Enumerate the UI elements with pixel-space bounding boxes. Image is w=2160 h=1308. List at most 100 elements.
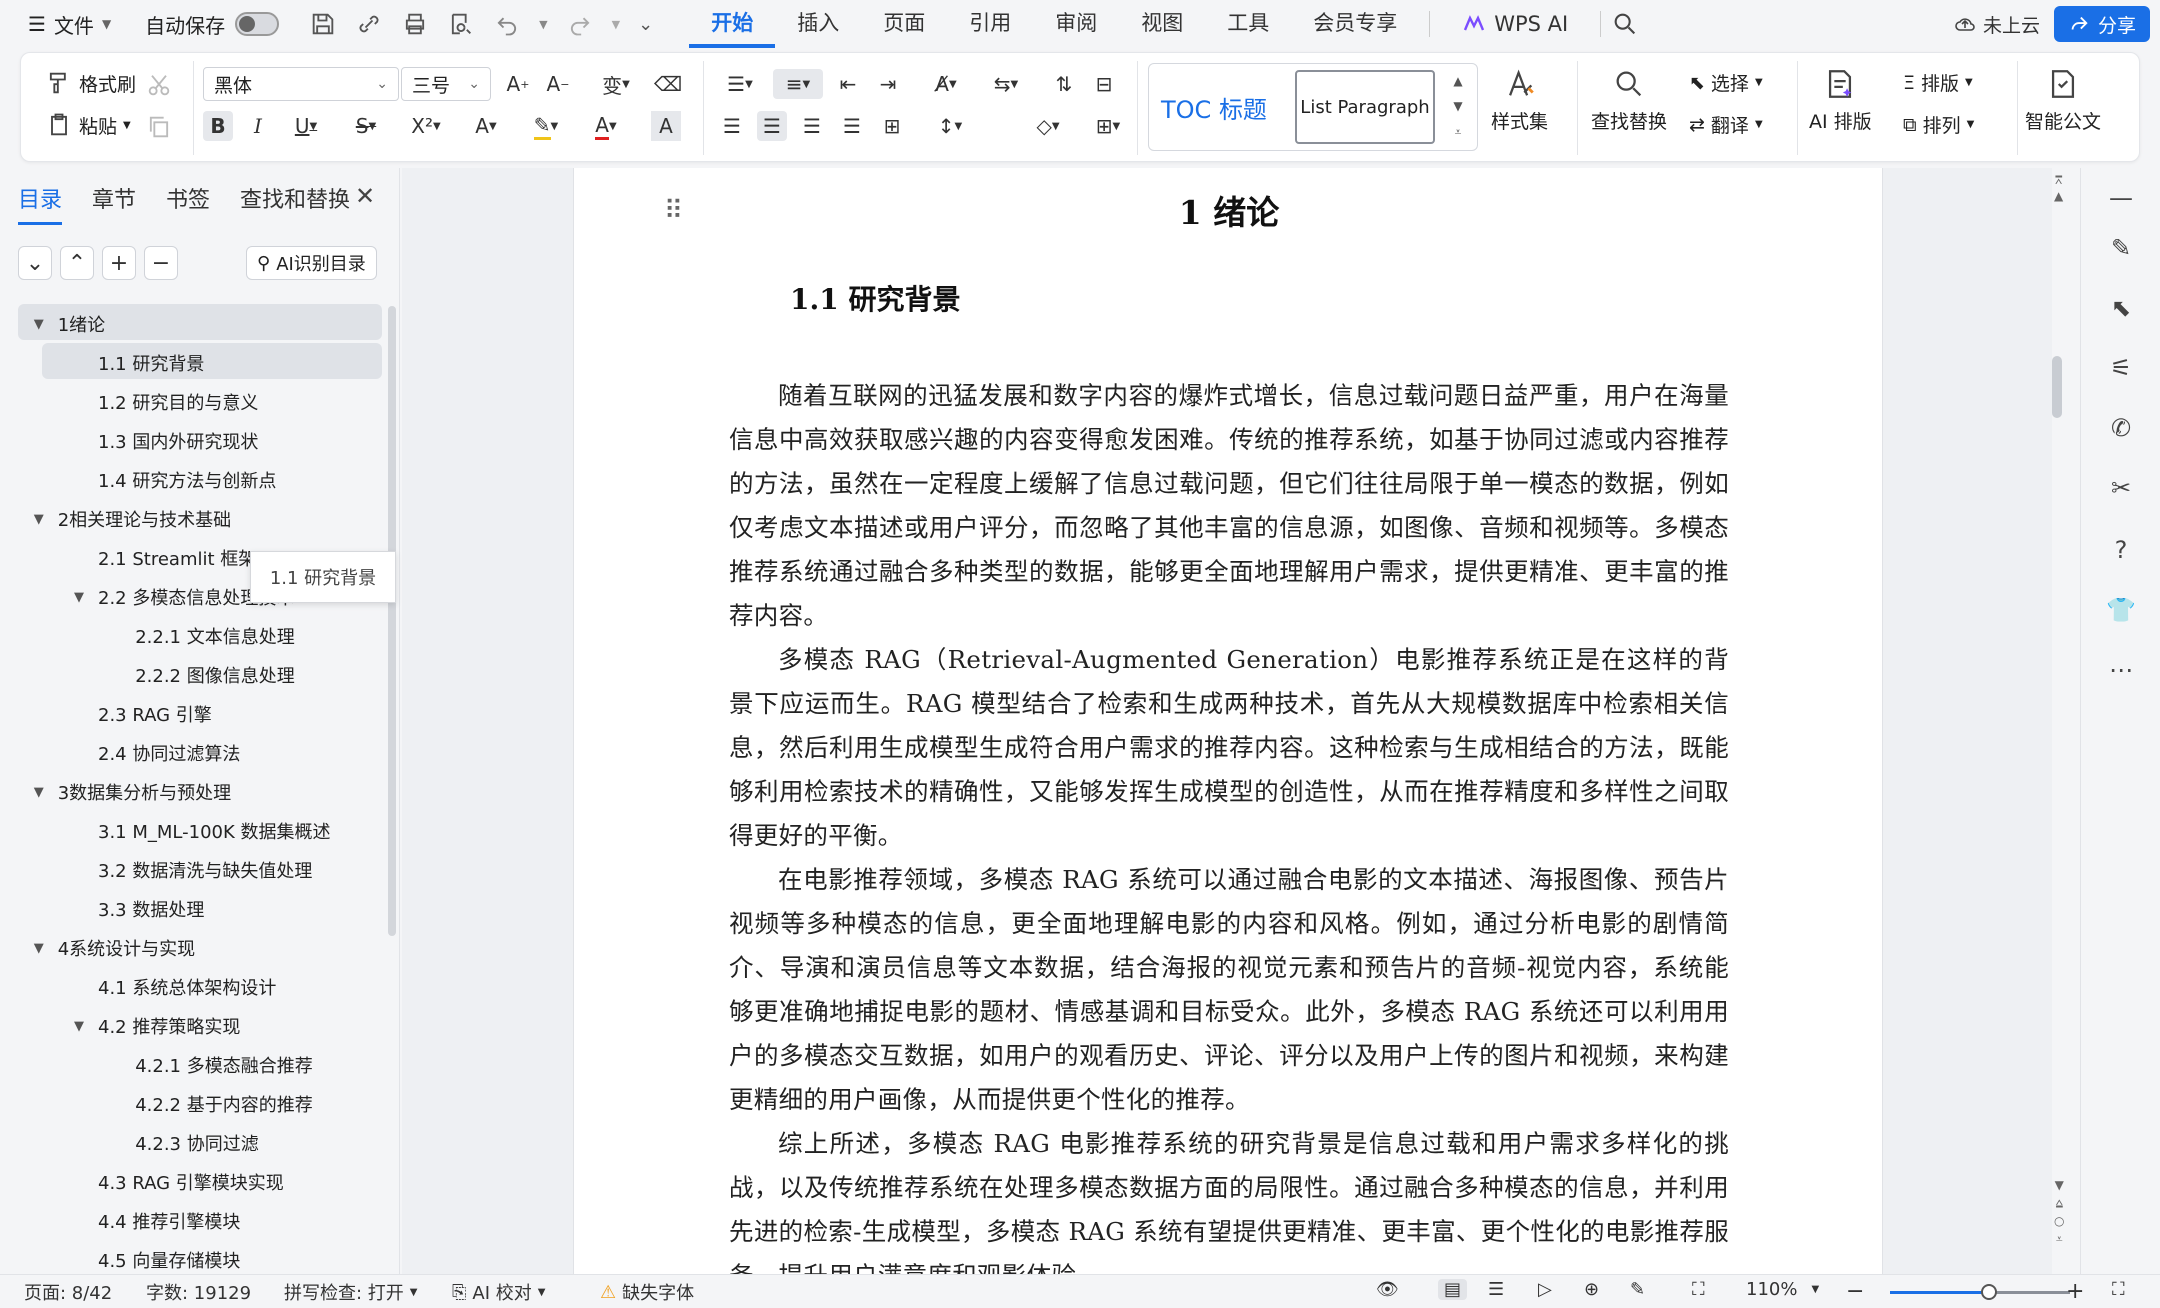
tab-page[interactable]: 页面 xyxy=(861,0,947,48)
paragraph[interactable]: 在电影推荐领域，多模态 RAG 系统可以通过融合电影的文本描述、海报图像、预告片… xyxy=(729,858,1729,1122)
toc-item[interactable]: 3.1 M_ML-100K 数据集概述 xyxy=(74,813,331,849)
collapse-all-icon[interactable]: ⌄ xyxy=(18,246,52,280)
toc-item[interactable]: ▼ 4系统设计与实现 xyxy=(34,930,195,966)
italic-icon[interactable]: I xyxy=(243,111,273,141)
style-list-paragraph[interactable]: List Paragraph xyxy=(1295,70,1435,144)
tab-bookmarks[interactable]: 书签 xyxy=(166,182,210,225)
toc-item[interactable]: 4.5 向量存储模块 xyxy=(74,1242,240,1278)
underline-icon[interactable]: U ▼ xyxy=(283,111,329,141)
print-preview-icon[interactable] xyxy=(447,10,475,38)
undo-icon[interactable] xyxy=(493,10,521,38)
toc-item[interactable]: 3.2 数据清洗与缺失值处理 xyxy=(74,852,312,888)
shrink-font-icon[interactable]: A − xyxy=(543,69,573,99)
smart-doc-button[interactable]: 智能公文 xyxy=(2025,67,2101,134)
tab-member[interactable]: 会员专享 xyxy=(1291,0,1419,48)
toc-item[interactable]: 4.2.3 协同过滤 xyxy=(111,1125,259,1161)
numbered-list-icon[interactable]: ≡ ▼ xyxy=(773,69,823,99)
tab-references[interactable]: 引用 xyxy=(947,0,1033,48)
undo-dropdown-icon[interactable]: ▼ xyxy=(539,18,547,31)
toc-item[interactable]: 3.3 数据处理 xyxy=(74,891,204,927)
document-page[interactable]: ⠿ 1 绪论 1.1 研究背景 随着互联网的迅猛发展和数字内容的爆炸式增长，信息… xyxy=(573,168,1883,1274)
caret-down-icon[interactable]: ▼ xyxy=(34,941,52,956)
decrease-indent-icon[interactable]: ⇤ xyxy=(833,69,863,99)
line-spacing-icon[interactable]: ↕ ▼ xyxy=(927,111,973,141)
shading-icon[interactable]: ◇ ▼ xyxy=(1025,111,1071,141)
caret-down-icon[interactable]: ▼ xyxy=(34,317,52,332)
paragraph[interactable]: 多模态 RAG（Retrieval-Augmented Generation）电… xyxy=(729,638,1729,858)
toc-item[interactable]: 2.2.1 文本信息处理 xyxy=(111,618,295,654)
eye-icon[interactable]: 👁 xyxy=(1376,1279,1399,1300)
char-shading-icon[interactable]: A xyxy=(651,111,681,141)
superscript-icon[interactable]: X² ▼ xyxy=(403,111,449,141)
ai-toc-button[interactable]: ⚲ AI识别目录 xyxy=(246,246,377,280)
translate-button[interactable]: ⇄ 翻译 ▼ xyxy=(1689,111,1763,138)
ai-proofread-button[interactable]: ⎘ AI 校对 ▼ xyxy=(452,1279,545,1305)
chevron-up-icon[interactable]: ▲ xyxy=(1453,74,1462,88)
highlight-icon[interactable]: ✎ ▼ xyxy=(523,111,569,141)
tab-find-replace[interactable]: 查找和替换 xyxy=(240,182,350,225)
tab-view[interactable]: 视图 xyxy=(1119,0,1205,48)
web-view-icon[interactable]: ⊕ xyxy=(1584,1279,1599,1300)
play-icon[interactable]: ▷ xyxy=(1538,1279,1552,1300)
toc-item[interactable]: ▼ 1绪论 xyxy=(34,306,105,342)
tab-review[interactable]: 审阅 xyxy=(1033,0,1119,48)
add-heading-icon[interactable]: + xyxy=(102,246,136,280)
ai-layout-button[interactable]: AI 排版 xyxy=(1809,67,1872,134)
zoom-out-icon[interactable]: − xyxy=(1846,1279,1864,1304)
more-chevron-icon[interactable]: ⌄ xyxy=(638,14,653,35)
scroll-top-controls[interactable]: ⩞ ▲ xyxy=(2054,172,2063,204)
cloud-status[interactable]: 未上云 xyxy=(1953,11,2040,38)
more-icon[interactable]: ⋯ xyxy=(2103,652,2139,688)
toc-item[interactable]: 1.2 研究目的与意义 xyxy=(74,384,258,420)
toc-item[interactable]: 4.2.2 基于内容的推荐 xyxy=(111,1086,313,1122)
text-direction-icon[interactable]: A̸ ▼ xyxy=(923,69,969,99)
save-icon[interactable] xyxy=(309,10,337,38)
zoom-slider[interactable] xyxy=(1890,1284,2070,1300)
increase-indent-icon[interactable]: ⇥ xyxy=(873,69,903,99)
show-marks-icon[interactable]: ⊟ xyxy=(1089,69,1119,99)
text-effect-icon[interactable]: A ▼ xyxy=(463,111,509,141)
file-menu-button[interactable]: ☰ 文件 ▼ xyxy=(0,0,121,48)
caret-down-icon[interactable]: ▼ xyxy=(34,512,52,527)
zoom-in-icon[interactable]: + xyxy=(2066,1279,2084,1304)
toc-item[interactable]: 2.1 Streamlit 框架 xyxy=(74,540,256,576)
autosave-toggle[interactable] xyxy=(235,12,280,36)
distributed-icon[interactable]: ⊞ xyxy=(877,111,907,141)
adjust-icon[interactable]: ⚟ xyxy=(2103,350,2139,386)
paste-button[interactable]: 粘贴 ▼ xyxy=(45,111,131,139)
toc-item[interactable]: ▼ 3数据集分析与预处理 xyxy=(34,774,231,810)
clear-format-icon[interactable]: ⌫ xyxy=(653,69,683,99)
pen-icon[interactable]: ✎ xyxy=(2103,230,2139,266)
toc-item[interactable]: 2.3 RAG 引擎 xyxy=(74,696,212,732)
font-size-select[interactable]: 三号 ⌄ xyxy=(401,67,491,101)
chat-icon[interactable]: ✆ xyxy=(2103,410,2139,446)
tab-tools[interactable]: 工具 xyxy=(1205,0,1291,48)
chapter-heading[interactable]: 1 绪论 xyxy=(574,186,1884,234)
expand-icon[interactable]: ⩡ xyxy=(1455,125,1462,140)
phonetic-guide-icon[interactable]: 变 ▼ xyxy=(591,69,641,99)
fullscreen-icon[interactable]: ⛶ xyxy=(2112,1279,2125,1300)
section-heading[interactable]: 1.1 研究背景 xyxy=(790,278,960,318)
font-color-icon[interactable]: A ▼ xyxy=(583,111,629,141)
outline-view-icon[interactable]: ☰ xyxy=(1488,1279,1504,1300)
styles-scroll[interactable]: ▲ ▼ ⩡ xyxy=(1443,68,1473,146)
search-icon[interactable] xyxy=(1611,10,1639,38)
tools-icon[interactable]: ✂ xyxy=(2103,470,2139,506)
tab-toc[interactable]: 目录 xyxy=(18,182,63,225)
zoom-slider-handle[interactable] xyxy=(1981,1284,1997,1300)
document-body[interactable]: 随着互联网的迅猛发展和数字内容的爆炸式增长，信息过载问题日益严重，用户在海量信息… xyxy=(729,374,1729,1274)
tab-home[interactable]: 开始 xyxy=(689,0,776,48)
print-icon[interactable] xyxy=(401,10,429,38)
expand-up-icon[interactable]: ⌃ xyxy=(60,246,94,280)
align-left-icon[interactable]: ☰ xyxy=(717,111,747,141)
share-button[interactable]: 分享 xyxy=(2053,6,2150,42)
format-painter-button[interactable]: 格式刷 xyxy=(45,69,136,97)
close-icon[interactable]: ✕ xyxy=(355,182,375,210)
page-view-icon[interactable]: ▤ xyxy=(1438,1279,1468,1300)
toc-item[interactable]: ▼ 2相关理论与技术基础 xyxy=(34,501,231,537)
page-indicator[interactable]: 页面: 8/42 xyxy=(24,1279,112,1305)
font-name-select[interactable]: 黑体 ⌄ xyxy=(203,67,399,101)
toc-item[interactable]: 1.4 研究方法与创新点 xyxy=(74,462,276,498)
annotate-icon[interactable]: ✎ xyxy=(1630,1279,1645,1300)
missing-font-warning[interactable]: ⚠ 缺失字体 xyxy=(600,1279,694,1305)
